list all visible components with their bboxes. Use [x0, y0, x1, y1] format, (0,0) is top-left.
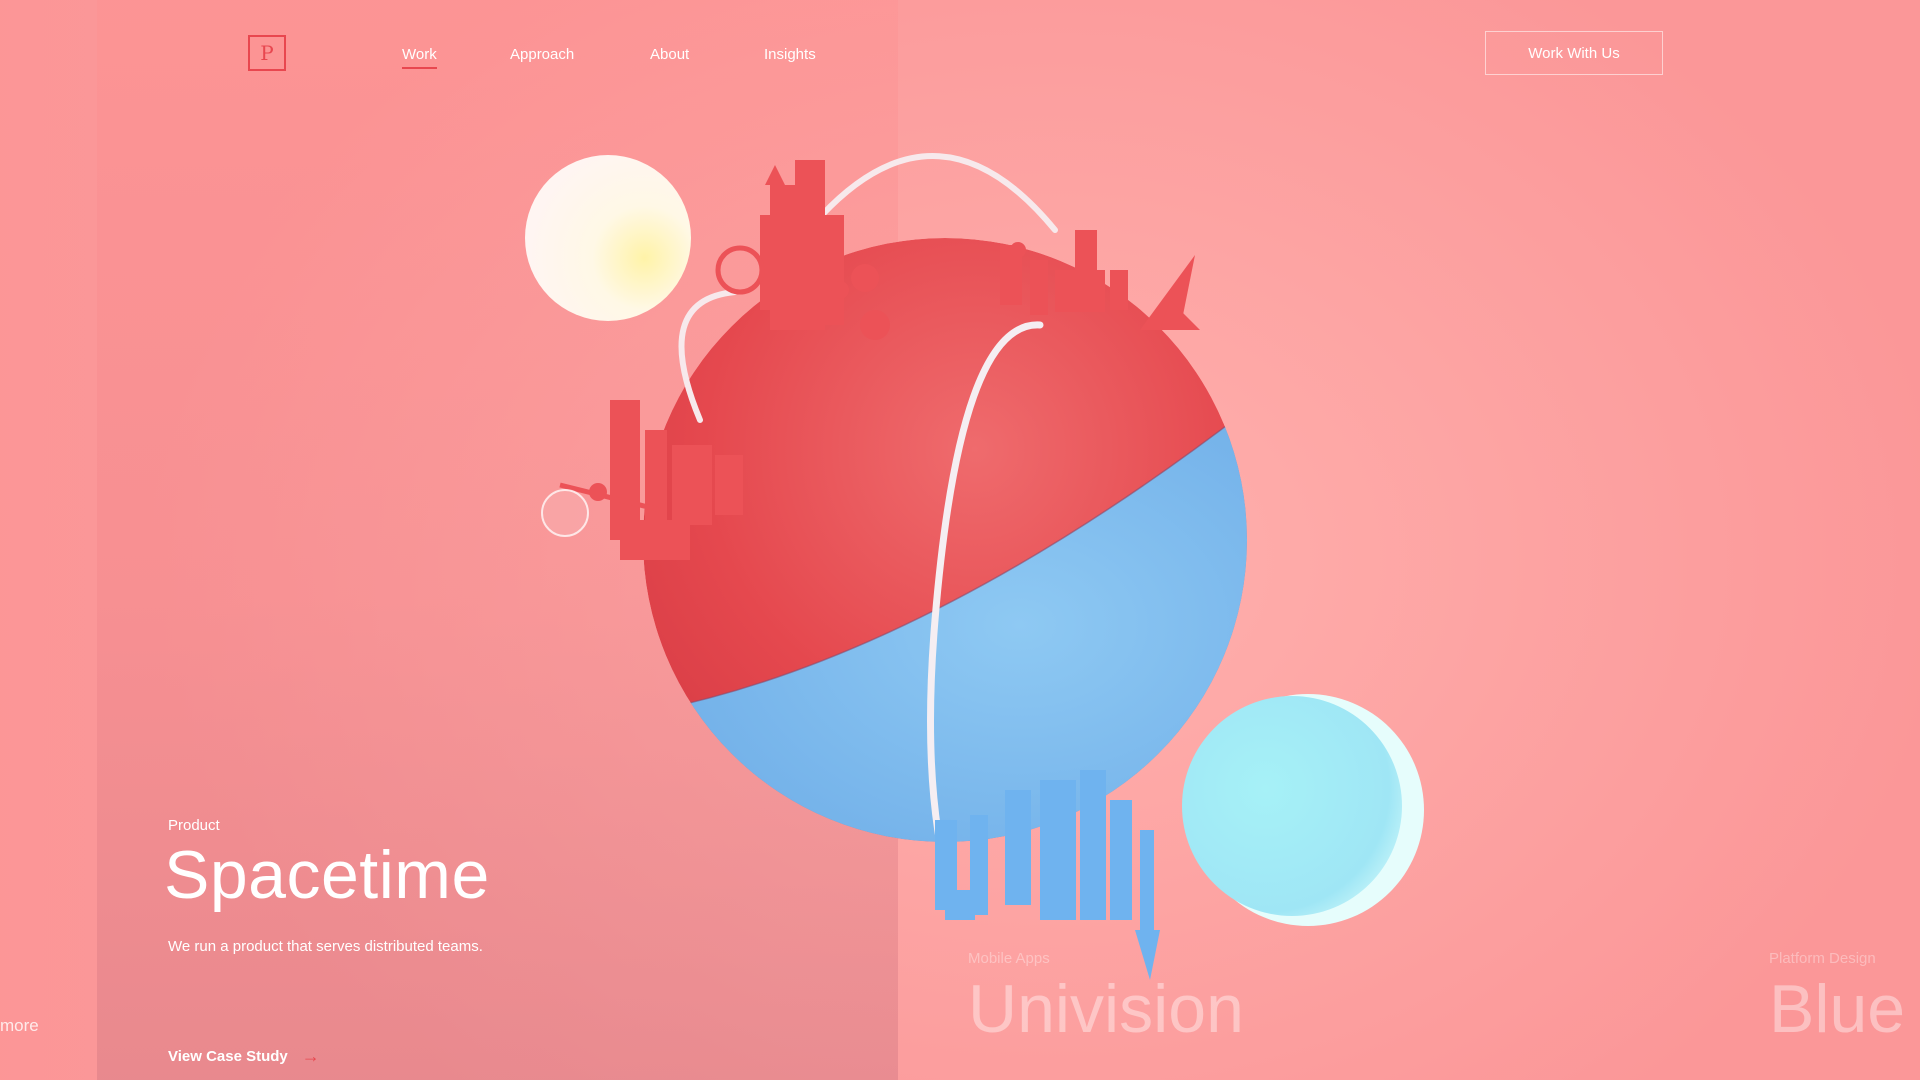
hero-illustration: [525, 153, 1424, 980]
upcoming-project-title[interactable]: Blue: [1769, 970, 1905, 1048]
nav-item-approach[interactable]: Approach: [510, 46, 574, 63]
brand-logo[interactable]: P: [248, 35, 286, 71]
upcoming-project-category: Platform Design: [1769, 950, 1876, 967]
arrow-right-icon: →: [301, 1046, 320, 1066]
orbit-arc-top: [819, 153, 1058, 233]
work-with-us-label: Work With Us: [1528, 44, 1620, 62]
project-description: We run a product that serves distributed…: [168, 938, 483, 955]
brand-logo-letter: P: [260, 41, 274, 65]
nav-item-insights[interactable]: Insights: [764, 46, 816, 63]
nav-item-about[interactable]: About: [650, 46, 689, 63]
work-with-us-button[interactable]: Work With Us: [1485, 31, 1663, 75]
more-link[interactable]: more: [0, 1016, 39, 1036]
project-title: Spacetime: [164, 837, 490, 913]
moon-sphere: [1182, 694, 1424, 926]
sun-sphere: [525, 155, 691, 321]
view-case-study-label: View Case Study: [168, 1048, 288, 1065]
nav-item-work[interactable]: Work: [402, 46, 437, 69]
project-category: Product: [168, 817, 220, 834]
next-project-category: Mobile Apps: [968, 950, 1050, 967]
view-case-study-link[interactable]: View Case Study →: [168, 1046, 320, 1067]
next-project-title[interactable]: Univision: [968, 970, 1244, 1048]
floating-ring: [541, 489, 589, 537]
